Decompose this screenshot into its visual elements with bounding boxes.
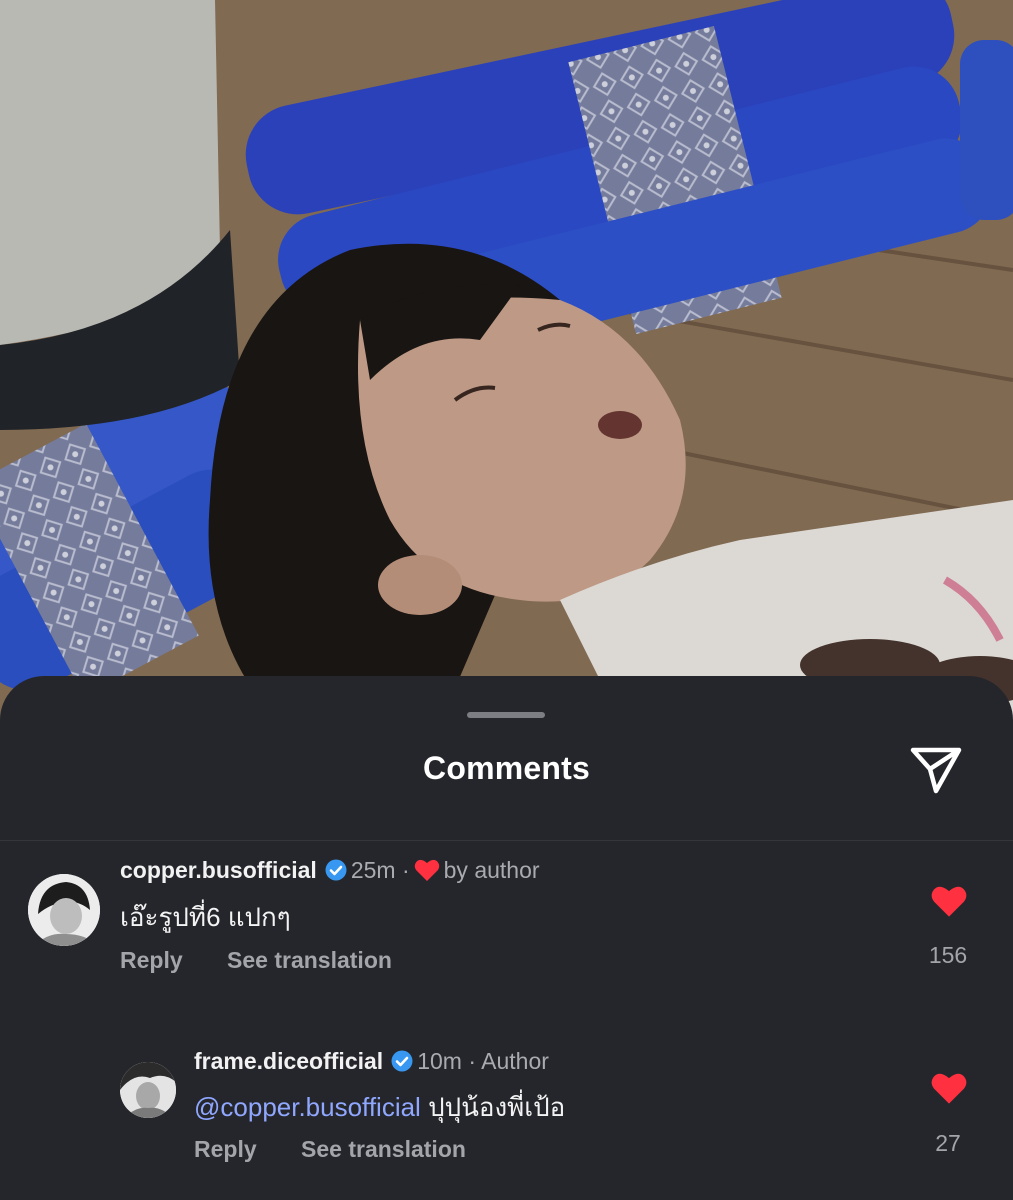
sheet-title: Comments bbox=[423, 750, 590, 786]
comment-time: 10m bbox=[417, 1048, 462, 1074]
username[interactable]: copper.busofficial bbox=[120, 857, 317, 883]
comment-text: @copper.busofficial ปุปุน้องพี่เป้อ bbox=[194, 1087, 565, 1128]
meta-separator: · bbox=[468, 1048, 476, 1074]
share-button[interactable] bbox=[904, 738, 968, 802]
liked-by-author-label: by author bbox=[443, 857, 540, 883]
comment-time: 25m bbox=[350, 857, 396, 883]
sheet-grabber[interactable] bbox=[467, 712, 545, 718]
like-count: 156 bbox=[928, 942, 968, 968]
comment-meta: copper.busofficial 25m · by author bbox=[120, 857, 540, 884]
comment-meta: frame.diceofficial 10m · Author bbox=[194, 1048, 549, 1075]
verified-badge-icon bbox=[391, 1050, 413, 1072]
meta-separator: · bbox=[401, 857, 410, 883]
header-divider bbox=[0, 840, 1013, 841]
like-heart-icon[interactable] bbox=[930, 884, 968, 918]
username[interactable]: frame.diceofficial bbox=[194, 1048, 383, 1074]
reply-comment-item: frame.diceofficial 10m · Author @copper.b… bbox=[0, 1048, 1013, 1196]
reply-button[interactable]: Reply bbox=[120, 947, 183, 973]
comment-text: เอ๊ะรูปที่6 แปกๆ bbox=[120, 902, 291, 932]
like-count: 27 bbox=[935, 1130, 961, 1156]
avatar[interactable] bbox=[28, 874, 100, 946]
like-heart-icon[interactable] bbox=[930, 1071, 968, 1105]
comment-actions: Reply See translation bbox=[194, 1136, 466, 1163]
post-photo bbox=[0, 0, 1013, 720]
see-translation-button[interactable]: See translation bbox=[227, 947, 392, 973]
verified-badge-icon bbox=[325, 859, 347, 881]
author-label: Author bbox=[481, 1048, 549, 1074]
comment-text-body: ปุปุน้องพี่เป้อ bbox=[428, 1092, 566, 1122]
comment-actions: Reply See translation bbox=[120, 947, 392, 974]
avatar[interactable] bbox=[120, 1062, 176, 1118]
see-translation-button[interactable]: See translation bbox=[301, 1136, 466, 1162]
mention-link[interactable]: @copper.busofficial bbox=[194, 1092, 421, 1122]
send-icon bbox=[910, 747, 962, 794]
comment-item: copper.busofficial 25m · by author เอ๊ะรูป… bbox=[0, 857, 1013, 1006]
heart-icon bbox=[414, 859, 439, 881]
comments-sheet: Comments copper.busofficial 25m · by autho… bbox=[0, 676, 1013, 1200]
reply-button[interactable]: Reply bbox=[194, 1136, 257, 1162]
